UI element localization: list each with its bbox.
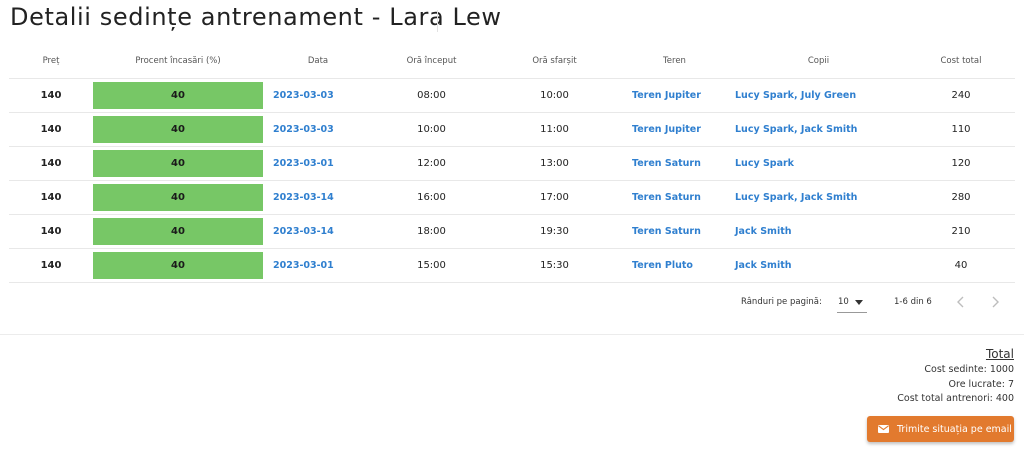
pagination-range: 1-6 din 6 bbox=[894, 297, 932, 307]
table-pagination: Rânduri pe pagină: 10 1-6 din 6 bbox=[0, 290, 1024, 314]
cell-start-time: 10:00 bbox=[417, 124, 446, 135]
table-row: 140 40 2023-03-03 10:00 11:00 Teren Jupi… bbox=[9, 113, 1015, 147]
header-cost-total[interactable]: Cost total bbox=[907, 56, 1015, 66]
mail-icon bbox=[878, 425, 889, 433]
date-link[interactable]: 2023-03-14 bbox=[273, 226, 334, 237]
chevron-right-icon[interactable] bbox=[987, 294, 1003, 310]
court-link[interactable]: Teren Saturn bbox=[632, 192, 701, 203]
send-email-label: Trimite situația pe email bbox=[897, 423, 1012, 435]
sessions-table: Preț Procent încasări (%) Data Oră încep… bbox=[9, 44, 1015, 283]
header-procent[interactable]: Procent încasări (%) bbox=[93, 56, 263, 66]
percent-bar: 40 bbox=[93, 116, 263, 143]
cell-total-cost: 120 bbox=[951, 158, 971, 169]
children-link[interactable]: Lucy Spark bbox=[735, 158, 794, 169]
court-link[interactable]: Teren Saturn bbox=[632, 226, 701, 237]
header-ora-inceput[interactable]: Oră început bbox=[373, 56, 490, 66]
cell-start-time: 08:00 bbox=[417, 90, 446, 101]
cell-end-time: 13:00 bbox=[540, 158, 569, 169]
header-copii[interactable]: Copii bbox=[730, 56, 907, 66]
header-ora-sfarsit[interactable]: Oră sfarșit bbox=[490, 56, 619, 66]
court-link[interactable]: Teren Jupiter bbox=[632, 90, 701, 101]
children-link[interactable]: Jack Smith bbox=[735, 260, 792, 271]
court-link[interactable]: Teren Pluto bbox=[632, 260, 693, 271]
cell-total-cost: 280 bbox=[951, 192, 971, 203]
cell-end-time: 17:00 bbox=[540, 192, 569, 203]
cell-pret: 140 bbox=[40, 192, 62, 203]
percent-bar: 40 bbox=[93, 150, 263, 177]
table-row: 140 40 2023-03-01 15:00 15:30 Teren Plut… bbox=[9, 249, 1015, 283]
cell-pret: 140 bbox=[40, 124, 62, 135]
title-divider bbox=[437, 10, 438, 32]
cell-end-time: 15:30 bbox=[540, 260, 569, 271]
send-email-button[interactable]: Trimite situația pe email bbox=[867, 416, 1014, 442]
table-header-row: Preț Procent încasări (%) Data Oră încep… bbox=[9, 44, 1015, 79]
cell-pret: 140 bbox=[40, 90, 62, 101]
cell-start-time: 15:00 bbox=[417, 260, 446, 271]
table-row: 140 40 2023-03-14 18:00 19:30 Teren Satu… bbox=[9, 215, 1015, 249]
section-divider bbox=[0, 334, 1024, 335]
ore-lucrate: Ore lucrate: 7 bbox=[948, 378, 1014, 390]
cell-end-time: 19:30 bbox=[540, 226, 569, 237]
header-teren[interactable]: Teren bbox=[619, 56, 730, 66]
court-link[interactable]: Teren Saturn bbox=[632, 158, 701, 169]
rows-per-page-select[interactable]: 10 bbox=[837, 292, 867, 313]
rows-per-page-label: Rânduri pe pagină: bbox=[741, 297, 822, 307]
date-link[interactable]: 2023-03-01 bbox=[273, 260, 334, 271]
cell-total-cost: 40 bbox=[954, 260, 968, 271]
date-link[interactable]: 2023-03-03 bbox=[273, 90, 334, 101]
caret-down-icon bbox=[855, 300, 863, 305]
cell-pret: 140 bbox=[40, 226, 62, 237]
totals-title: Total bbox=[985, 347, 1014, 361]
cell-end-time: 11:00 bbox=[540, 124, 569, 135]
cost-sedinte: Cost sedinte: 1000 bbox=[924, 364, 1014, 375]
date-link[interactable]: 2023-03-03 bbox=[273, 124, 334, 135]
table-row: 140 40 2023-03-01 12:00 13:00 Teren Satu… bbox=[9, 147, 1015, 181]
cell-start-time: 18:00 bbox=[417, 226, 446, 237]
cell-total-cost: 240 bbox=[951, 90, 971, 101]
percent-bar: 40 bbox=[93, 252, 263, 279]
rows-per-page-value: 10 bbox=[838, 297, 849, 307]
cell-start-time: 12:00 bbox=[417, 158, 446, 169]
cell-pret: 140 bbox=[40, 260, 62, 271]
cell-total-cost: 210 bbox=[951, 226, 971, 237]
page-title: Detalii sedințe antrenament - Lara Lew bbox=[10, 3, 502, 31]
header-pret[interactable]: Preț bbox=[9, 56, 93, 66]
totals-summary: Total Cost sedinte: 1000 Ore lucrate: 7 … bbox=[897, 347, 1014, 407]
percent-bar: 40 bbox=[93, 218, 263, 245]
percent-bar: 40 bbox=[93, 82, 263, 109]
children-link[interactable]: Lucy Spark, Jack Smith bbox=[735, 192, 857, 203]
children-link[interactable]: Lucy Spark, Jack Smith bbox=[735, 124, 857, 135]
children-link[interactable]: Lucy Spark, July Green bbox=[735, 90, 856, 101]
cell-total-cost: 110 bbox=[951, 124, 971, 135]
table-row: 140 40 2023-03-03 08:00 10:00 Teren Jupi… bbox=[9, 79, 1015, 113]
cell-pret: 140 bbox=[40, 158, 62, 169]
table-row: 140 40 2023-03-14 16:00 17:00 Teren Satu… bbox=[9, 181, 1015, 215]
children-link[interactable]: Jack Smith bbox=[735, 226, 792, 237]
cell-start-time: 16:00 bbox=[417, 192, 446, 203]
chevron-left-icon[interactable] bbox=[953, 294, 969, 310]
court-link[interactable]: Teren Jupiter bbox=[632, 124, 701, 135]
date-link[interactable]: 2023-03-01 bbox=[273, 158, 334, 169]
percent-bar: 40 bbox=[93, 184, 263, 211]
date-link[interactable]: 2023-03-14 bbox=[273, 192, 334, 203]
header-data[interactable]: Data bbox=[263, 56, 373, 66]
cell-end-time: 10:00 bbox=[540, 90, 569, 101]
cost-total-antrenori: Cost total antrenori: 400 bbox=[897, 393, 1014, 404]
